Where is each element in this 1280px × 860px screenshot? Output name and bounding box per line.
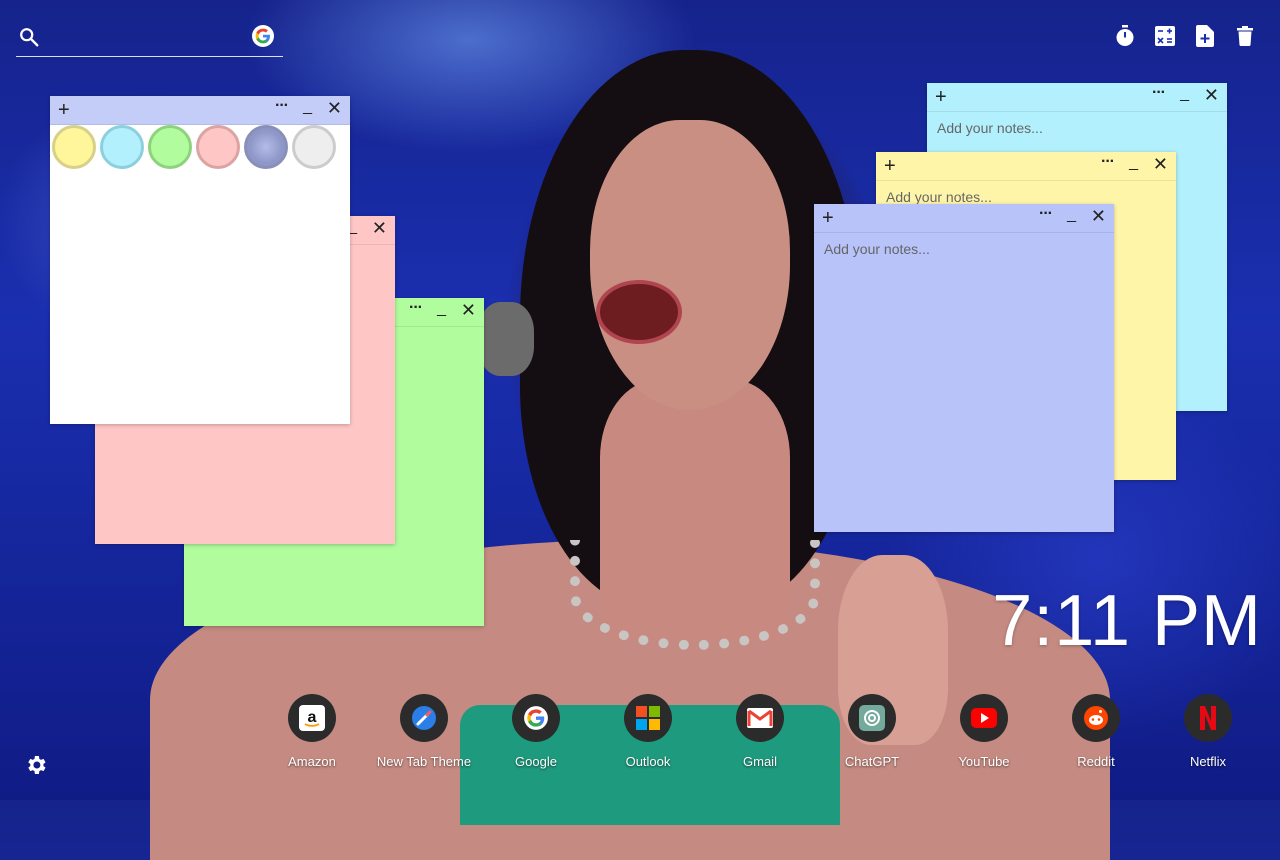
wallpaper-face — [590, 120, 790, 410]
add-note-button[interactable]: + — [884, 156, 896, 176]
close-icon[interactable]: ✕ — [327, 98, 342, 119]
gmail-icon — [736, 694, 784, 742]
color-swatch-green[interactable] — [148, 125, 192, 169]
new-note-icon[interactable] — [1194, 24, 1216, 48]
color-swatch-pink[interactable] — [196, 125, 240, 169]
dock-app-youtube[interactable]: YouTube — [928, 694, 1040, 769]
dock-app-outlook[interactable]: Outlook — [592, 694, 704, 769]
add-note-button[interactable]: + — [822, 208, 834, 228]
outlook-icon — [624, 694, 672, 742]
trash-icon[interactable] — [1234, 24, 1256, 48]
add-note-button[interactable]: + — [935, 87, 947, 107]
dock-app-label: ChatGPT — [844, 754, 900, 769]
calculator-icon[interactable] — [1154, 24, 1176, 48]
add-note-button[interactable]: + — [58, 100, 70, 120]
dock-app-chatgpt[interactable]: ChatGPT — [816, 694, 928, 769]
wallpaper-mouth — [596, 280, 682, 344]
dock-app-reddit[interactable]: Reddit — [1040, 694, 1152, 769]
minimize-button[interactable]: _ — [437, 300, 446, 318]
more-options-icon[interactable]: ··· — [1152, 84, 1166, 102]
minimize-button[interactable]: _ — [303, 98, 312, 116]
google-icon — [512, 694, 560, 742]
minimize-button[interactable]: _ — [1067, 206, 1076, 224]
close-icon[interactable]: ✕ — [372, 218, 387, 239]
amazon-icon: a — [288, 694, 336, 742]
dock-app-label: Gmail — [743, 754, 777, 769]
app-dock: a Amazon New Tab Theme Google Outlook Gm — [256, 694, 1264, 769]
timer-icon[interactable] — [1114, 24, 1136, 48]
netflix-icon — [1184, 694, 1232, 742]
dock-app-label: Netflix — [1189, 754, 1227, 769]
note-titlebar: + ··· _ ✕ — [50, 96, 350, 125]
dock-app-amazon[interactable]: a Amazon — [256, 694, 368, 769]
dock-app-label: Outlook — [625, 754, 671, 769]
dock-app-netflix[interactable]: Netflix — [1152, 694, 1264, 769]
dock-app-gmail[interactable]: Gmail — [704, 694, 816, 769]
top-toolbar — [1114, 24, 1256, 48]
note-titlebar: + ··· _ ✕ — [927, 83, 1227, 112]
close-icon[interactable]: ✕ — [1153, 154, 1168, 175]
dock-app-label: Google — [515, 754, 557, 769]
more-options-icon[interactable]: ··· — [1101, 153, 1115, 171]
dock-app-label: YouTube — [958, 754, 1010, 769]
search-bar — [16, 20, 283, 57]
google-search-engine-icon[interactable] — [252, 25, 274, 47]
dock-app-label: New Tab Theme — [376, 754, 472, 769]
search-icon[interactable] — [18, 26, 40, 48]
reddit-icon — [1072, 694, 1120, 742]
svg-text:a: a — [308, 709, 317, 726]
color-swatch-cyan[interactable] — [100, 125, 144, 169]
sticky-note-white: + ··· _ ✕ — [50, 96, 350, 424]
sticky-note-blue: + ··· _ ✕ — [814, 204, 1114, 532]
close-icon[interactable]: ✕ — [1204, 85, 1219, 106]
more-options-icon[interactable]: ··· — [1039, 205, 1053, 223]
more-options-icon[interactable]: ··· — [275, 97, 289, 115]
minimize-button[interactable]: _ — [1180, 85, 1189, 103]
clock: 7:11 PM — [992, 581, 1262, 661]
close-icon[interactable]: ✕ — [1091, 206, 1106, 227]
gear-icon[interactable] — [24, 753, 48, 777]
dock-app-label: Amazon — [288, 754, 336, 769]
new-tab-theme-icon — [400, 694, 448, 742]
wallpaper-microphone — [478, 302, 534, 376]
color-palette — [50, 125, 350, 169]
youtube-icon — [960, 694, 1008, 742]
wallpaper-necklace — [570, 540, 820, 650]
dock-app-label: Reddit — [1077, 754, 1115, 769]
minimize-button[interactable]: _ — [1129, 154, 1138, 172]
color-swatch-yellow[interactable] — [52, 125, 96, 169]
more-options-icon[interactable]: ··· — [409, 299, 423, 317]
dock-app-google[interactable]: Google — [480, 694, 592, 769]
color-swatch-slate[interactable] — [244, 125, 288, 169]
note-textarea[interactable] — [814, 233, 1114, 532]
dock-app-new-tab-theme[interactable]: New Tab Theme — [368, 694, 480, 769]
search-input[interactable] — [52, 24, 246, 52]
note-titlebar: + ··· _ ✕ — [876, 152, 1176, 181]
note-titlebar: + ··· _ ✕ — [814, 204, 1114, 233]
color-swatch-gray[interactable] — [292, 125, 336, 169]
chatgpt-icon — [848, 694, 896, 742]
close-icon[interactable]: ✕ — [461, 300, 476, 321]
